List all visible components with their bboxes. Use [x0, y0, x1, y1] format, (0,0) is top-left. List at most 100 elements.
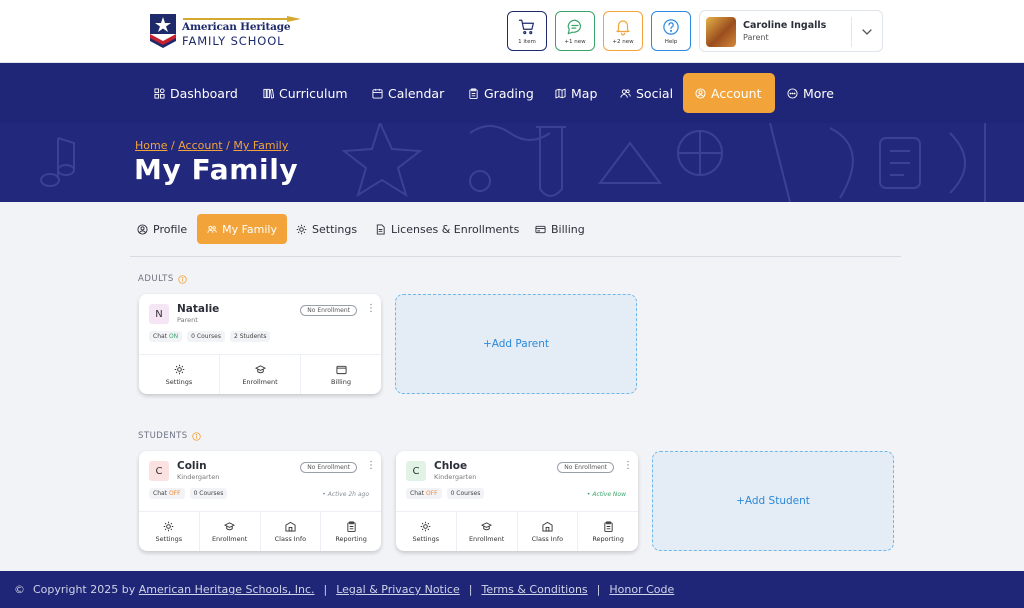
class-info-button[interactable]: Class Info [259, 512, 321, 551]
action-label: Enrollment [468, 534, 505, 543]
action-label: Enrollment [242, 377, 278, 386]
action-label: Billing [331, 377, 351, 386]
enrollment-badge: No Enrollment [300, 462, 357, 473]
enrollment-badge: No Enrollment [557, 462, 614, 473]
breadcrumb-separator: / [226, 139, 230, 152]
enrollment-badge: No Enrollment [300, 305, 357, 316]
map-icon [555, 88, 566, 98]
breadcrumb: Home / Account / My Family [135, 139, 288, 152]
action-label: Settings [412, 534, 440, 543]
wallet-icon [335, 365, 347, 374]
chevron-down-icon[interactable] [861, 26, 873, 38]
kebab-menu-icon[interactable]: ⋮ [366, 461, 376, 471]
nav-label: Grading [484, 85, 534, 101]
notifications-button[interactable]: +2 new [603, 11, 643, 51]
courses-count: 0 Courses [193, 490, 224, 497]
clipboard-icon [604, 520, 613, 532]
nav-dashboard[interactable]: Dashboard [154, 73, 238, 113]
settings-button[interactable]: Settings [396, 512, 456, 551]
nav-account[interactable]: Account [683, 73, 775, 113]
tab-my-family[interactable]: My Family [197, 214, 287, 244]
nav-grading[interactable]: Grading [468, 73, 534, 113]
enrollment-button[interactable]: Enrollment [198, 512, 260, 551]
graduation-cap-icon [254, 364, 266, 373]
member-name: Natalie [177, 303, 220, 315]
chat-state: OFF [425, 490, 438, 497]
avatar-initial: C [149, 461, 169, 481]
nav-more[interactable]: More [787, 73, 834, 113]
breadcrumb-current[interactable]: My Family [233, 139, 288, 152]
footer: © Copyright 2025 by American Heritage Sc… [0, 571, 1024, 608]
help-button[interactable]: Help [651, 11, 691, 51]
reporting-button[interactable]: Reporting [577, 512, 638, 551]
gear-icon [296, 224, 307, 234]
member-name: Chloe [434, 460, 468, 472]
section-label: STUDENTS [138, 431, 188, 441]
action-label: Class Info [531, 534, 564, 543]
billing-button[interactable]: Billing [300, 355, 381, 394]
user-menu[interactable]: Caroline Ingalls Parent [699, 10, 883, 52]
logo-line2: FAMILY SCHOOL [182, 34, 285, 48]
avatar [706, 17, 736, 47]
main-nav: Dashboard Curriculum Calendar Grading Ma… [0, 63, 1024, 123]
settings-button[interactable]: Settings [139, 355, 219, 394]
graduation-cap-icon [481, 521, 493, 530]
honor-code-link[interactable]: Honor Code [609, 583, 674, 596]
class-info-button[interactable]: Class Info [516, 512, 578, 551]
company-link[interactable]: American Heritage Schools, Inc. [139, 583, 315, 596]
add-student-button[interactable]: +Add Student [652, 451, 894, 551]
reporting-button[interactable]: Reporting [320, 512, 381, 551]
gear-icon [164, 521, 174, 531]
settings-button[interactable]: Settings [139, 512, 199, 551]
page-title: My Family [134, 153, 299, 186]
stats-row: Chat ON 0 Courses 2 Students [149, 331, 271, 342]
cart-label: 1 item [518, 39, 536, 45]
nav-label: Account [711, 85, 762, 101]
section-label: ADULTS [138, 274, 174, 284]
students-count: 2 Students [233, 333, 267, 340]
legal-privacy-link[interactable]: Legal & Privacy Notice [336, 583, 460, 596]
cart-icon [518, 19, 534, 35]
member-role: Kindergarten [177, 473, 220, 481]
account-icon [695, 87, 706, 99]
nav-map[interactable]: Map [555, 73, 597, 113]
info-icon[interactable] [178, 274, 187, 284]
kebab-menu-icon[interactable]: ⋮ [366, 304, 376, 314]
chat-button[interactable]: +1 new [555, 11, 595, 51]
cart-button[interactable]: 1 item [507, 11, 547, 51]
breadcrumb-account[interactable]: Account [178, 139, 222, 152]
copyright-symbol: © [14, 583, 25, 596]
enrollment-button[interactable]: Enrollment [455, 512, 517, 551]
chat-chip[interactable]: Chat OFF [406, 488, 442, 499]
breadcrumb-home[interactable]: Home [135, 139, 167, 152]
graduation-cap-icon [224, 521, 236, 530]
tab-settings[interactable]: Settings [296, 214, 357, 244]
nav-calendar[interactable]: Calendar [372, 73, 444, 113]
footer-separator: | [468, 583, 473, 596]
nav-social[interactable]: Social [620, 73, 673, 113]
tab-label: Billing [551, 222, 585, 236]
card-icon [535, 225, 546, 233]
chat-chip-label: Chat [153, 333, 168, 340]
tab-billing[interactable]: Billing [535, 214, 585, 244]
copyright-text: Copyright 2025 by [33, 583, 136, 596]
kebab-menu-icon[interactable]: ⋮ [623, 461, 633, 471]
chat-icon [567, 19, 581, 35]
terms-link[interactable]: Terms & Conditions [481, 583, 587, 596]
logo[interactable]: American Heritage FAMILY SCHOOL [143, 12, 303, 52]
chat-chip[interactable]: Chat ON [149, 331, 183, 342]
courses-count: 0 Courses [450, 490, 481, 497]
chat-chip[interactable]: Chat OFF [149, 488, 185, 499]
people-icon [620, 88, 631, 98]
add-student-label: +Add Student [736, 495, 810, 507]
add-parent-button[interactable]: +Add Parent [395, 294, 637, 394]
tab-profile[interactable]: Profile [137, 214, 187, 244]
info-icon[interactable] [191, 431, 201, 441]
page-header: Home / Account / My Family My Family [0, 123, 1024, 202]
nav-curriculum[interactable]: Curriculum [263, 73, 348, 113]
nav-label: Calendar [388, 85, 445, 101]
tab-licenses[interactable]: Licenses & Enrollments [375, 214, 519, 244]
enrollment-button[interactable]: Enrollment [219, 355, 300, 394]
gear-icon [174, 364, 184, 374]
footer-separator: | [323, 583, 328, 596]
